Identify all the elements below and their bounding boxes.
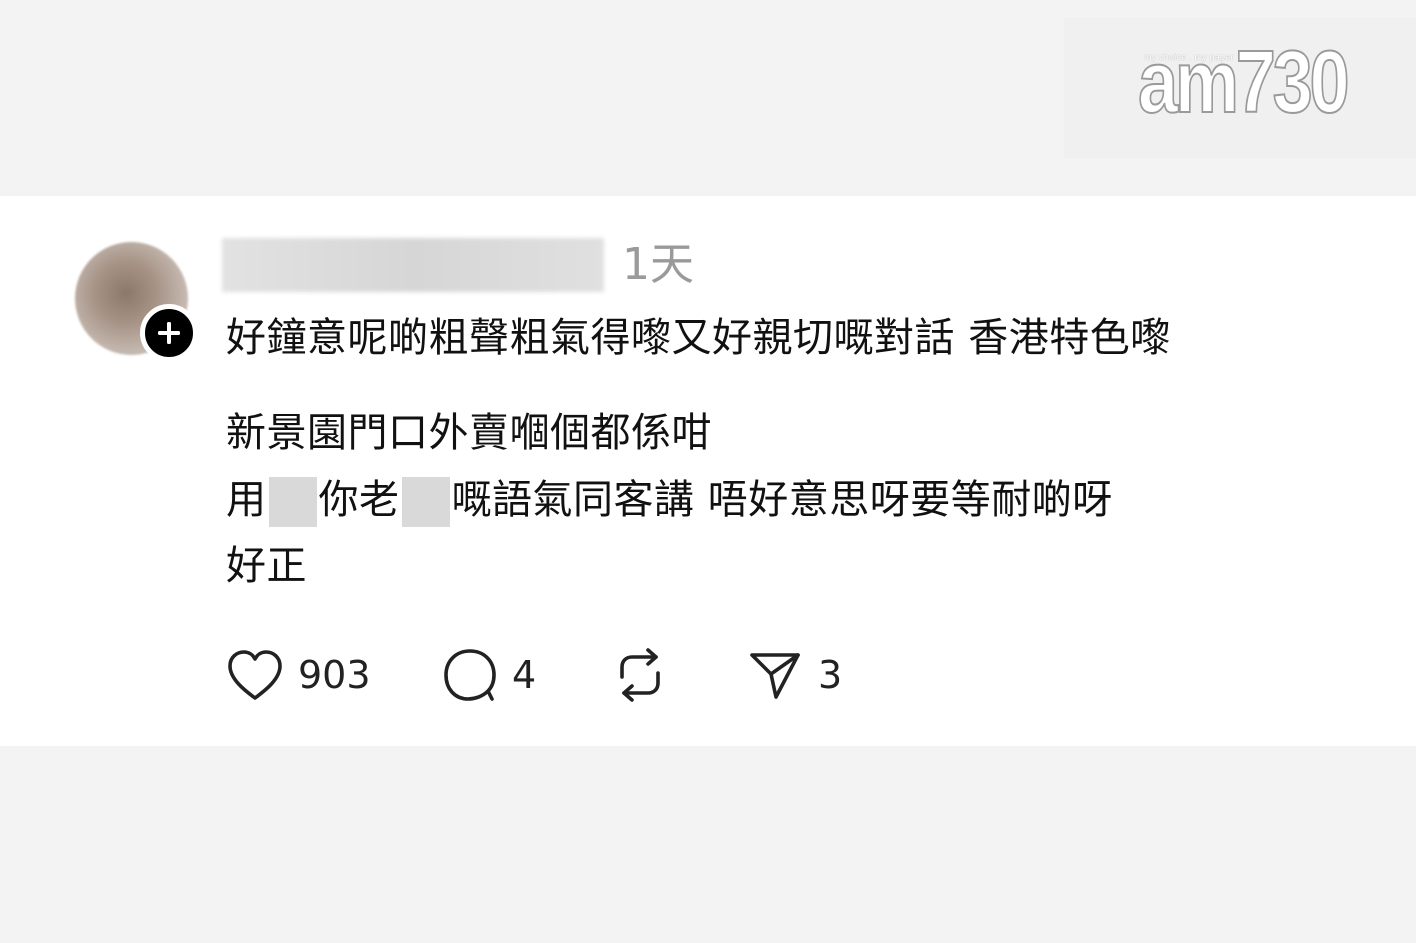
speech-bubble-icon (444, 649, 496, 701)
username-redacted[interactable] (222, 238, 604, 292)
post-text-line-2: 新景園門口外賣嗰個都係咁 (226, 410, 712, 456)
post-timestamp: 1天 (622, 239, 694, 290)
send-icon (750, 653, 800, 699)
like-button[interactable]: 903 (226, 645, 371, 705)
post-text-segment: 用 (226, 477, 267, 523)
follow-button[interactable] (140, 304, 198, 362)
redaction-box (401, 477, 450, 527)
repost-button[interactable] (612, 645, 682, 705)
like-count: 903 (298, 653, 371, 697)
reply-count: 4 (512, 653, 537, 697)
redaction-box (268, 477, 317, 527)
post-text-segment: 你老 (318, 477, 400, 523)
repost-icon (620, 648, 660, 702)
watermark: my choice . my paper am730 (1064, 18, 1416, 158)
share-count: 3 (818, 653, 843, 697)
post-text-line-3: 用 你老 嘅語氣同客講 唔好意思呀要等耐啲呀 (226, 472, 1113, 528)
bottom-band (0, 746, 1416, 943)
reply-button[interactable]: 4 (442, 645, 536, 705)
watermark-logo: am730 (1137, 32, 1350, 131)
heart-icon (228, 650, 282, 700)
post-text-line-1: 好鐘意呢啲粗聲粗氣得嚟又好親切嘅對話 香港特色嚟 (226, 315, 1171, 361)
post-text-line-4: 好正 (226, 543, 307, 589)
share-button[interactable]: 3 (748, 645, 842, 705)
post-card (0, 196, 1416, 746)
plus-icon (158, 322, 180, 344)
post-text-segment: 嘅語氣同客講 唔好意思呀要等耐啲呀 (451, 477, 1113, 523)
